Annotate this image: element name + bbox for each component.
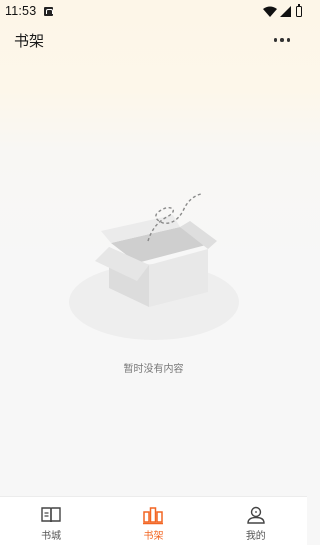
app-header: 书架 — [0, 22, 307, 58]
tab-bookshelf[interactable]: 书架 — [102, 497, 204, 545]
more-icon-dot — [280, 38, 284, 42]
tab-me-label: 我的 — [245, 531, 266, 542]
bottom-tab-bar: 书城 书架 我的 — [0, 496, 307, 545]
tab-me[interactable]: 我的 — [205, 497, 307, 545]
user-icon — [247, 506, 265, 524]
page-title: 书架 — [14, 31, 45, 50]
wifi-icon — [263, 6, 277, 17]
more-icon — [273, 38, 278, 42]
more-icon-dot — [286, 38, 291, 42]
tab-bookstore-label: 书城 — [41, 531, 62, 542]
signal-icon — [280, 5, 291, 17]
empty-box-icon — [69, 193, 239, 340]
bookshelf-icon — [143, 507, 164, 525]
notification-icon — [44, 6, 54, 16]
tab-bookshelf-label: 书架 — [143, 531, 164, 542]
empty-message: 暂时没有内容 — [123, 364, 184, 375]
book-open-icon — [41, 507, 61, 523]
status-bar: 11:53 — [0, 0, 307, 22]
status-icons — [263, 3, 302, 17]
more-button[interactable] — [271, 30, 293, 50]
status-time: 11:53 — [5, 4, 37, 18]
tab-bookstore[interactable]: 书城 — [0, 497, 102, 545]
battery-icon — [296, 3, 302, 17]
